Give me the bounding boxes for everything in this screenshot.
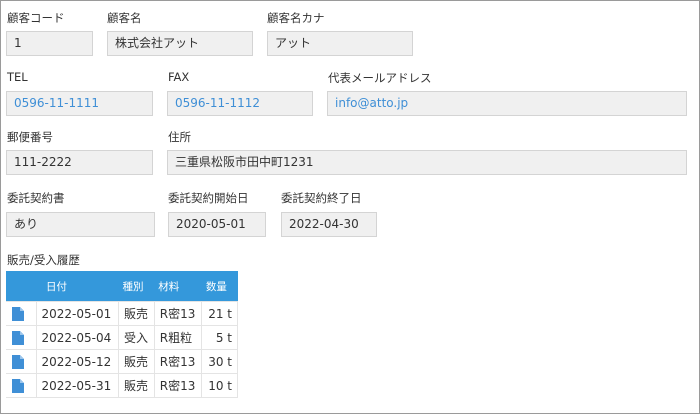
customer-detail-panel: 顧客コード 1 顧客名 株式会社アット 顧客名カナ アット TEL 0596-1… <box>0 0 700 414</box>
history-material: R粗粒 <box>153 325 203 350</box>
customer-name-field[interactable]: 株式会社アット <box>107 31 253 56</box>
history-header-type[interactable]: 種別 <box>118 271 155 302</box>
history-row[interactable]: 2022-05-01 販売 R密13 21 t <box>6 301 238 326</box>
history-date: 2022-05-04 <box>35 325 120 350</box>
history-type: 販売 <box>118 301 155 326</box>
history-type: 販売 <box>118 349 155 374</box>
customer-code-field[interactable]: 1 <box>6 31 93 56</box>
customer-kana-label: 顧客名カナ <box>267 11 325 25</box>
history-date: 2022-05-12 <box>35 349 120 374</box>
email-field[interactable]: info@atto.jp <box>327 91 687 116</box>
history-date: 2022-05-01 <box>35 301 120 326</box>
document-icon[interactable] <box>6 325 37 350</box>
document-icon[interactable] <box>6 373 37 398</box>
history-header-date[interactable]: 日付 <box>36 271 119 302</box>
history-qty: 5 t <box>201 325 238 350</box>
history-row[interactable]: 2022-05-04 受入 R粗粒 5 t <box>6 325 238 350</box>
history-header-row: 日付 種別 材料 数量 <box>6 271 238 302</box>
history-type: 販売 <box>118 373 155 398</box>
history-row[interactable]: 2022-05-12 販売 R密13 30 t <box>6 349 238 374</box>
postal-code-field[interactable]: 111-2222 <box>6 150 153 175</box>
customer-kana-field[interactable]: アット <box>267 31 413 56</box>
history-date: 2022-05-31 <box>35 373 120 398</box>
history-qty: 30 t <box>201 349 238 374</box>
history-title: 販売/受入履歴 <box>7 253 80 267</box>
history-material: R密13 <box>153 301 203 326</box>
history-type: 受入 <box>118 325 155 350</box>
contract-start-field[interactable]: 2020-05-01 <box>168 212 266 237</box>
tel-label: TEL <box>7 70 28 84</box>
contract-end-field[interactable]: 2022-04-30 <box>281 212 377 237</box>
history-row[interactable]: 2022-05-31 販売 R密13 10 t <box>6 373 238 398</box>
fax-field[interactable]: 0596-11-1112 <box>167 91 313 116</box>
customer-name-label: 顧客名 <box>107 11 142 25</box>
history-header-qty[interactable]: 数量 <box>201 271 238 302</box>
address-field[interactable]: 三重県松阪市田中町1231 <box>167 150 687 175</box>
history-header-material[interactable]: 材料 <box>154 271 202 302</box>
history-header-icon <box>6 271 36 302</box>
document-icon[interactable] <box>6 301 37 326</box>
postal-code-label: 郵便番号 <box>7 130 53 144</box>
tel-field[interactable]: 0596-11-1111 <box>6 91 153 116</box>
history-material: R密13 <box>153 349 203 374</box>
contract-start-label: 委託契約開始日 <box>168 191 249 205</box>
fax-label: FAX <box>168 70 190 84</box>
contract-doc-label: 委託契約書 <box>7 191 65 205</box>
history-material: R密13 <box>153 373 203 398</box>
history-qty: 21 t <box>201 301 238 326</box>
contract-end-label: 委託契約終了日 <box>281 191 362 205</box>
history-table: 日付 種別 材料 数量 2022-05-01 販売 R密13 21 t 2022 <box>6 271 238 398</box>
document-icon[interactable] <box>6 349 37 374</box>
email-label: 代表メールアドレス <box>328 71 432 85</box>
contract-doc-field[interactable]: あり <box>6 212 155 237</box>
history-qty: 10 t <box>201 373 238 398</box>
customer-code-label: 顧客コード <box>7 11 65 25</box>
address-label: 住所 <box>168 130 191 144</box>
